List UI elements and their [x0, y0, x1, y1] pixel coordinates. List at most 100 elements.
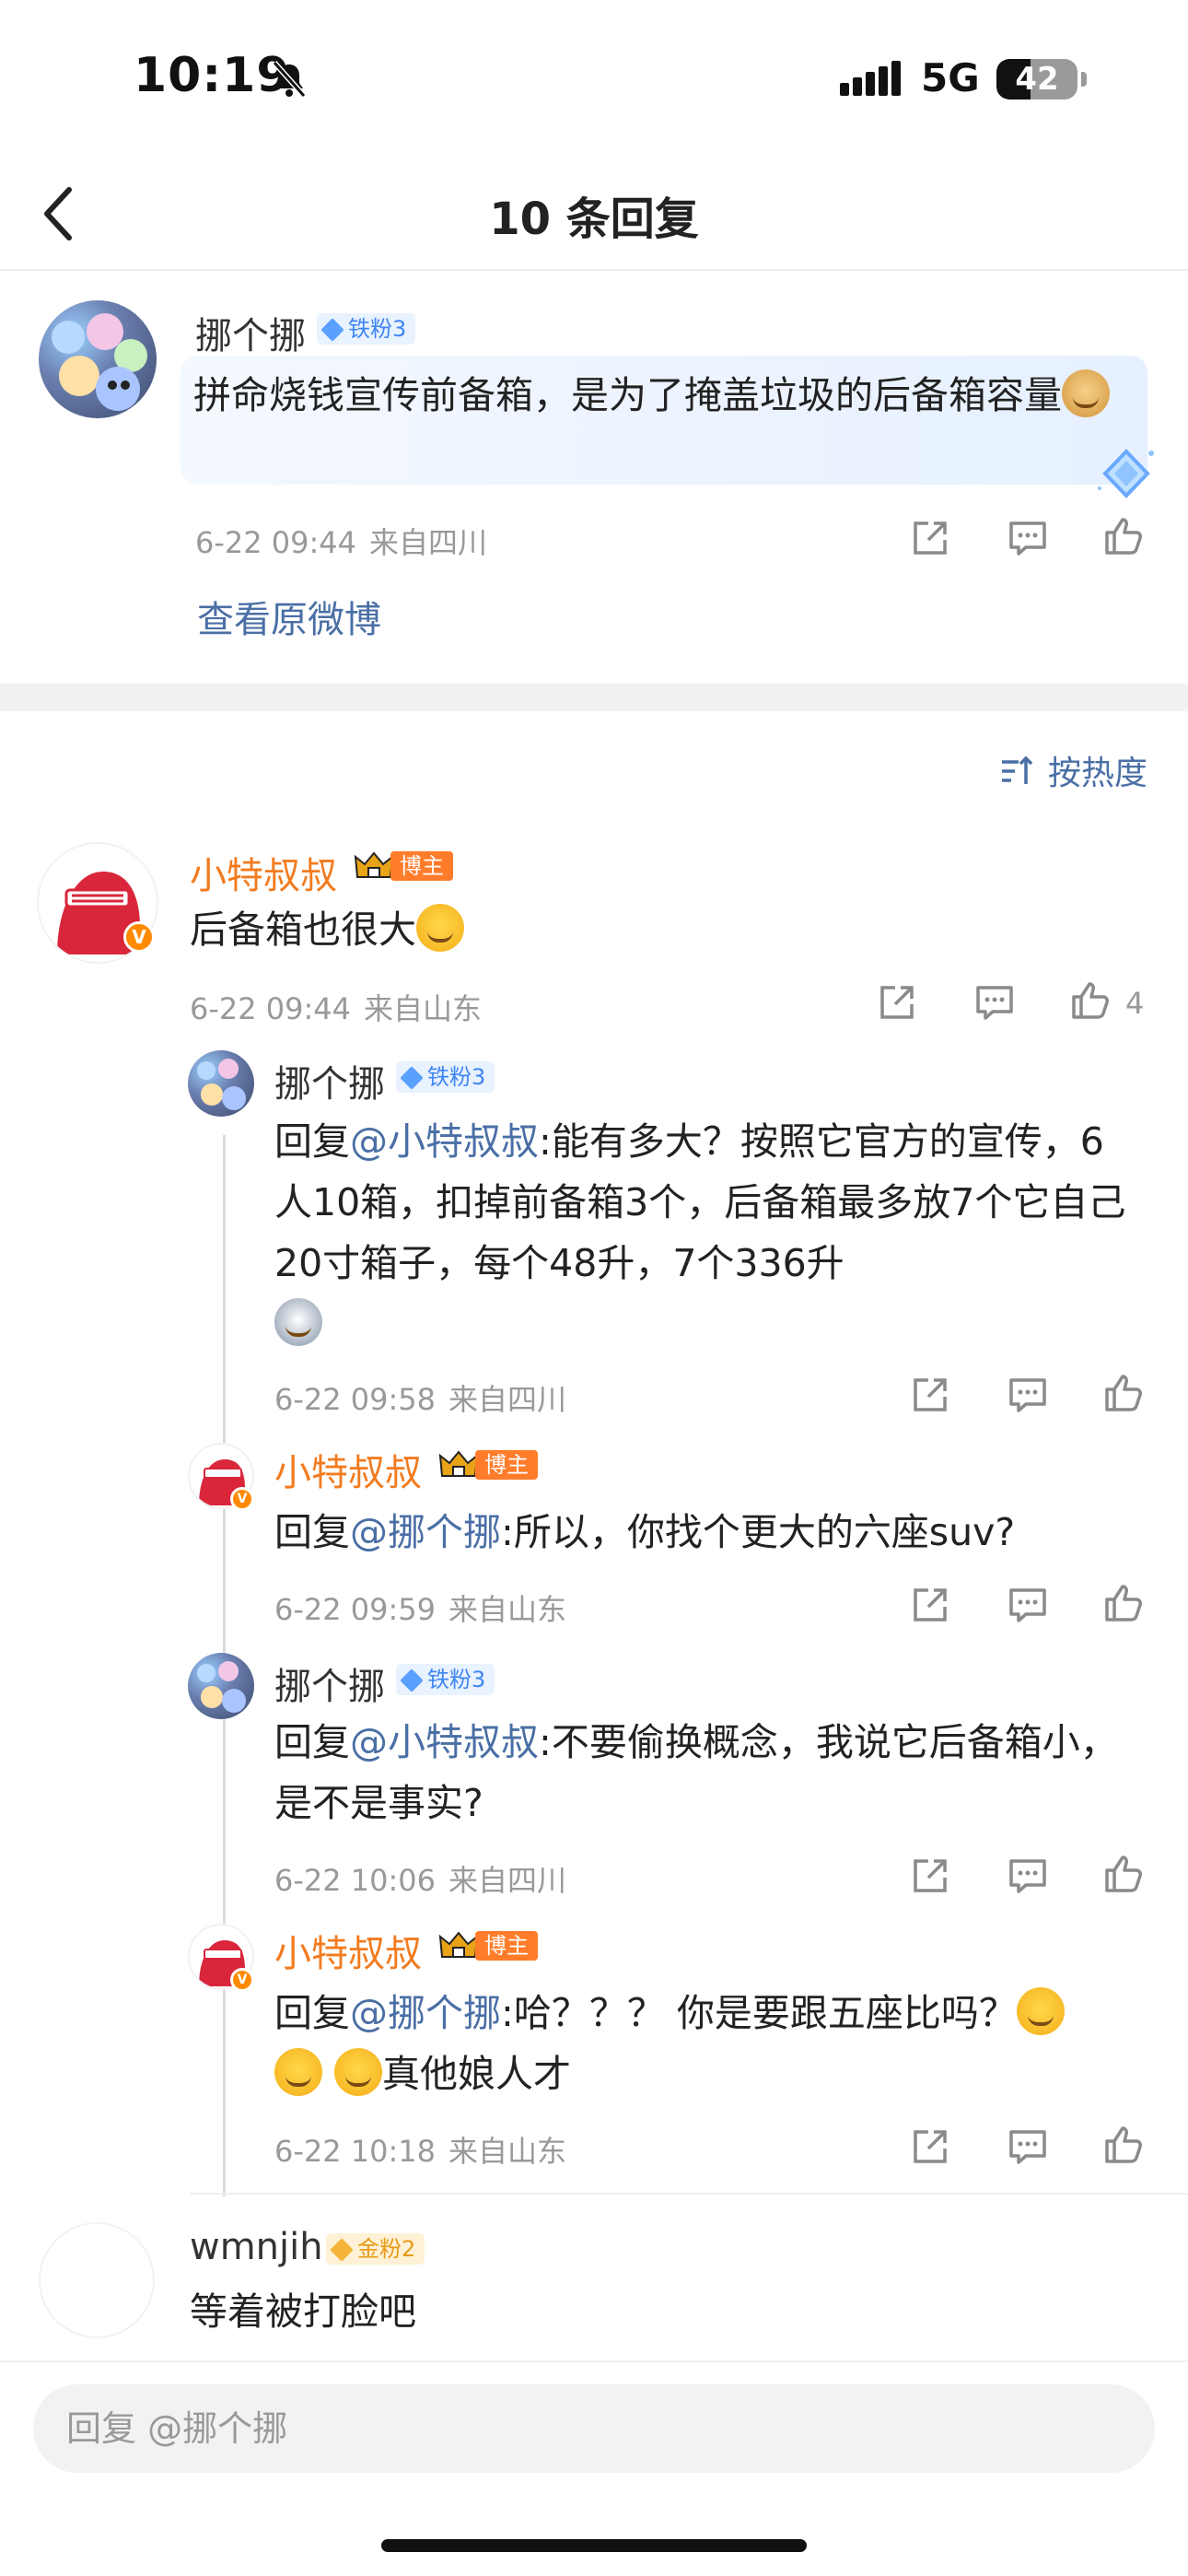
like-icon[interactable]: [1101, 1371, 1146, 1415]
bell-slash-icon: [272, 61, 307, 98]
view-original-link[interactable]: 查看原微博: [197, 590, 381, 643]
reply-prefix: 回复: [274, 1510, 350, 1554]
mention-link[interactable]: @小特叔叔: [350, 1720, 539, 1764]
mention-link[interactable]: @挪个挪: [350, 1991, 501, 2035]
host-badge: 博主: [438, 1929, 538, 1962]
author-name[interactable]: wmnjih: [190, 2226, 323, 2268]
main-post: 挪个挪 铁粉3 拼命烧钱宣传前备箱，是为了掩盖垃圾的后备箱容量 6-22 09:…: [0, 273, 1188, 684]
battery-icon: 42: [996, 59, 1077, 100]
status-time: 10:19: [134, 48, 291, 103]
reply-time: 6-22 09:58: [274, 1382, 437, 1417]
laugh-emoji-icon: [1016, 1987, 1065, 2035]
vip-icon: V: [230, 1487, 254, 1511]
header: 10 条回复: [0, 157, 1188, 271]
author-name[interactable]: 小特叔叔: [274, 1924, 422, 1977]
avatar-art: [197, 1661, 246, 1713]
author-name[interactable]: 小特叔叔: [190, 846, 337, 899]
reply-time: 6-22 10:18: [274, 2134, 437, 2169]
author-name[interactable]: 挪个挪: [195, 306, 306, 359]
host-badge-label: 博主: [390, 851, 453, 881]
battery-tip: [1081, 72, 1087, 87]
like-icon[interactable]: [1101, 514, 1146, 558]
avatar-art: [52, 313, 147, 411]
author-name[interactable]: 挪个挪: [274, 1657, 385, 1710]
crown-icon: [438, 1931, 479, 1958]
mention-link[interactable]: @挪个挪: [350, 1510, 501, 1554]
doge-emoji-icon: [1062, 369, 1110, 417]
fan-badge: 金粉2: [326, 2233, 425, 2265]
diamond-icon: [400, 1669, 424, 1692]
reply-text: 回复@小特叔叔:能有多大？按照它官方的宣传，6人10箱，扣掉前备箱3个，后备箱最…: [274, 1111, 1140, 1354]
reply-text-content: :哈？？？ 你是要跟五座比吗？: [501, 1991, 1017, 2035]
fan-badge-label: 铁粉3: [348, 316, 407, 342]
post-meta: 6-22 09:44 来自四川: [195, 520, 487, 562]
host-badge-label: 博主: [475, 1450, 538, 1480]
post-time: 6-22 09:44: [195, 525, 357, 560]
reply-time: 6-22 10:06: [274, 1863, 437, 1898]
reply-text: 回复@小特叔叔:不要偷换概念，我说它后备箱小，是不是事实?: [274, 1712, 1140, 1833]
share-icon[interactable]: [875, 980, 919, 1025]
avatar[interactable]: [39, 300, 157, 418]
divider: [190, 2193, 1188, 2195]
avatar[interactable]: [39, 2222, 155, 2338]
section-divider: [0, 684, 1188, 711]
author-name[interactable]: 小特叔叔: [274, 1443, 422, 1496]
share-icon[interactable]: [908, 1373, 952, 1417]
reply-prefix: 回复: [274, 1720, 350, 1764]
like-icon[interactable]: [1101, 1852, 1146, 1896]
post-text-content: 拼命烧钱宣传前备箱，是为了掩盖垃圾的后备箱容量: [193, 373, 1062, 417]
fan-badge: 铁粉3: [317, 313, 416, 345]
comment-icon[interactable]: [1006, 1583, 1050, 1627]
reply-text: 回复@挪个挪:所以，你找个更大的六座suv?: [274, 1502, 1140, 1563]
avatar[interactable]: [188, 1653, 254, 1719]
avatar-art: [197, 1059, 246, 1110]
reply-text-content: :所以，你找个更大的六座suv?: [501, 1510, 1016, 1554]
reply-meta: 6-22 10:06 来自四川: [274, 1857, 566, 1900]
husky-emoji-icon: [274, 1298, 322, 1346]
comment-icon[interactable]: [973, 980, 1017, 1025]
fan-badge-label: 铁粉3: [427, 1667, 486, 1692]
like-icon[interactable]: [1101, 2123, 1146, 2167]
comment-icon[interactable]: [1006, 1373, 1050, 1417]
reply-time: 6-22 09:59: [274, 1592, 437, 1627]
like-icon[interactable]: [1068, 978, 1112, 1023]
reply-prefix: 回复: [274, 1119, 350, 1164]
comment-icon[interactable]: [1006, 516, 1050, 560]
share-icon[interactable]: [908, 1854, 952, 1898]
like-icon[interactable]: [1101, 1581, 1146, 1625]
network-label: 5G: [921, 55, 980, 100]
post-text: 拼命烧钱宣传前备箱，是为了掩盖垃圾的后备箱容量: [193, 365, 1114, 426]
laugh-emoji-icon: [274, 2048, 322, 2096]
battery-level: 42: [1015, 61, 1059, 98]
status-bar: 10:19 5G 42: [0, 0, 1188, 157]
reply-location: 来自山东: [448, 2134, 567, 2169]
comment-icon[interactable]: [1006, 1854, 1050, 1898]
comment-time: 6-22 09:44: [190, 991, 352, 1026]
home-indicator: [381, 2539, 807, 2552]
reply-input[interactable]: 回复 @挪个挪: [33, 2384, 1155, 2473]
fan-badge-label: 金粉2: [357, 2236, 416, 2262]
fan-badge: 铁粉3: [396, 1061, 495, 1093]
comment-text: 后备箱也很大: [190, 899, 464, 960]
share-icon[interactable]: [908, 2125, 952, 2169]
mention-link[interactable]: @小特叔叔: [350, 1119, 539, 1164]
comment-icon[interactable]: [1006, 2125, 1050, 2169]
reply-text: 回复@挪个挪:哈？？？ 你是要跟五座比吗？ 真他娘人才: [274, 1983, 1140, 2104]
share-icon[interactable]: [908, 516, 952, 560]
vip-icon: V: [123, 921, 155, 953]
host-badge: 博主: [438, 1448, 538, 1481]
reply-text-content-2: 真他娘人才: [382, 2052, 572, 2096]
signal-icon: [840, 61, 901, 96]
reply-location: 来自四川: [448, 1863, 567, 1898]
avatar[interactable]: [188, 1050, 254, 1117]
sort-button[interactable]: 按热度: [998, 746, 1147, 794]
diamond-icon: [320, 318, 344, 342]
crown-icon: [354, 851, 394, 878]
laugh-emoji-icon: [334, 2048, 383, 2096]
share-icon[interactable]: [908, 1583, 952, 1627]
reply-location: 来自四川: [448, 1382, 567, 1417]
comment-text-content: 后备箱也很大: [190, 907, 416, 952]
author-name[interactable]: 挪个挪: [274, 1054, 385, 1107]
fan-badge-label: 铁粉3: [427, 1064, 486, 1090]
comment-meta: 6-22 09:44 来自山东: [190, 986, 482, 1028]
